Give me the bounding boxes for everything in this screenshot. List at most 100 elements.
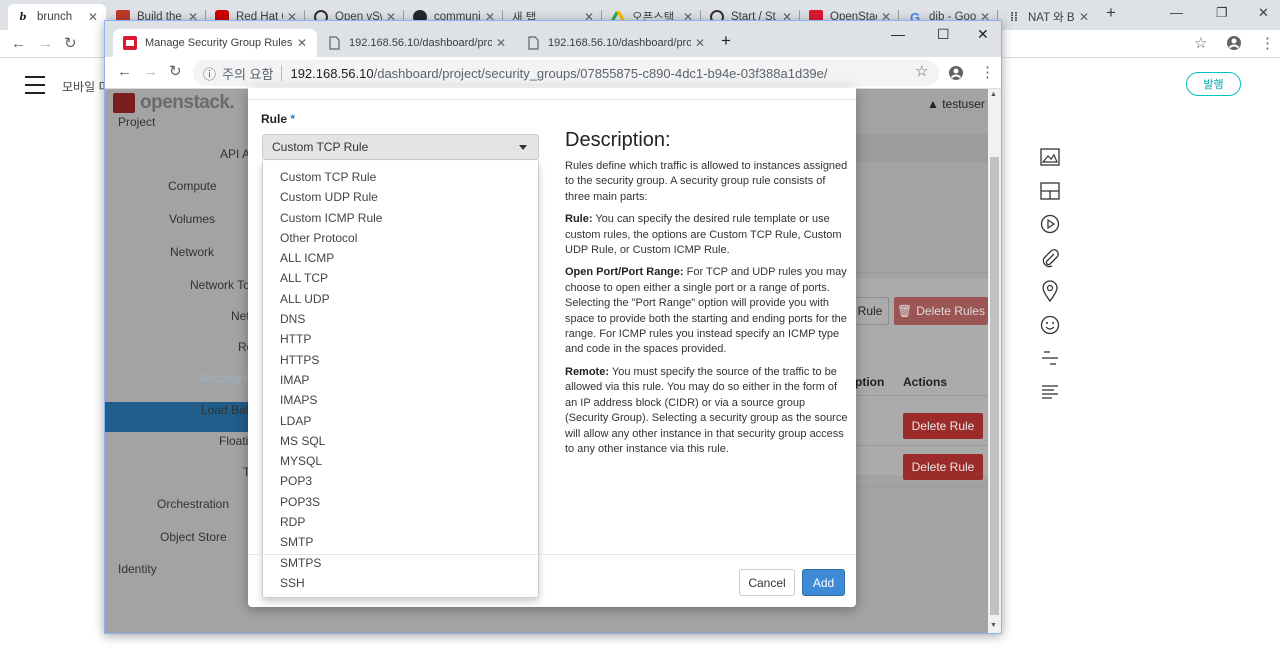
hamburger-menu-icon[interactable] (25, 76, 45, 100)
minimize-icon[interactable]: — (891, 26, 905, 42)
rule-option[interactable]: HTTP (263, 329, 538, 349)
rule-option[interactable]: MS SQL (263, 431, 538, 451)
nav-network-topology[interactable]: Network Top (190, 278, 256, 292)
rule-option[interactable]: POP3S (263, 492, 538, 512)
bookmark-star-icon[interactable]: ☆ (1194, 34, 1207, 52)
scroll-down-icon[interactable]: ▼ (990, 622, 997, 629)
nav-orchestration[interactable]: Orchestration (157, 497, 229, 511)
openstack-logo[interactable]: openstack. (113, 92, 235, 114)
nav-load-balancers[interactable]: Load Bala (201, 403, 255, 417)
rule-option[interactable]: ALL TCP (263, 268, 538, 288)
rule-option[interactable]: Other Protocol (263, 228, 538, 248)
nav-project[interactable]: Project (118, 115, 155, 129)
restore-icon[interactable]: ❐ (1216, 5, 1228, 21)
description-remote: Remote: You must specify the source of t… (565, 365, 848, 457)
layout-icon[interactable] (1038, 179, 1062, 203)
scrollbar-thumb[interactable] (990, 157, 999, 615)
rule-option[interactable]: Custom UDP Rule (263, 187, 538, 207)
add-rule-modal: Rule * Custom TCP Rule Custom TCP Rule Cu… (248, 88, 856, 607)
cancel-button[interactable]: Cancel (739, 569, 795, 596)
close-icon[interactable]: ✕ (695, 36, 705, 50)
outer-tab-brunch[interactable]: b brunch ✕ (8, 4, 106, 30)
rule-select[interactable]: Custom TCP Rule (262, 134, 539, 160)
rule-option[interactable]: ALL ICMP (263, 248, 538, 268)
delete-rules-button[interactable]: 🗑 Delete Rules (894, 297, 988, 325)
description-title: Description: (565, 129, 671, 151)
delete-rules-label: Delete Rules (916, 304, 985, 318)
trash-icon: 🗑 (897, 304, 913, 318)
dots-icon: ⁞⁞ (1010, 10, 1018, 24)
nav-api-access[interactable]: API A (220, 147, 250, 161)
nav-identity[interactable]: Identity (118, 562, 157, 576)
attachment-clip-icon[interactable] (1038, 246, 1062, 270)
close-window-icon[interactable]: ✕ (977, 26, 989, 43)
description-rule: Rule: You can specify the desired rule t… (565, 212, 848, 258)
inner-tab-dashboard-2[interactable]: 192.168.56.10/dashboard/projec ✕ (516, 29, 715, 57)
nav-network[interactable]: Network (170, 245, 214, 259)
close-icon[interactable]: ✕ (496, 36, 506, 50)
menu-kebab-icon[interactable]: ⋮ (980, 63, 995, 81)
nav-object-store[interactable]: Object Store (160, 530, 227, 544)
rule-option[interactable]: MYSQL (263, 451, 538, 471)
nav-compute[interactable]: Compute (168, 179, 217, 193)
address-bar[interactable]: ⓘ 주의 요함 192.168.56.10/dashboard/project/… (193, 60, 939, 86)
vertical-scrollbar[interactable]: ▲ ▼ (988, 89, 1001, 633)
rule-option[interactable]: SSH (263, 573, 538, 593)
mobile-preview-text: 모바일 미 (62, 80, 110, 94)
location-pin-icon[interactable] (1038, 279, 1062, 303)
menu-kebab-icon[interactable]: ⋮ (1260, 34, 1275, 52)
rule-option[interactable]: SMTP (263, 532, 538, 552)
info-circle-icon[interactable]: ⓘ (203, 64, 216, 83)
forward-arrow-icon[interactable]: → (38, 35, 53, 52)
minimize-icon[interactable]: — (1170, 5, 1183, 20)
video-play-icon[interactable] (1038, 212, 1062, 236)
nav-floating-ips[interactable]: Floati (219, 434, 248, 448)
nav-security-groups[interactable]: Security G (198, 371, 254, 385)
description-panel: Description: Rules define which traffic … (565, 128, 848, 464)
close-icon[interactable]: ✕ (88, 10, 98, 24)
rule-option[interactable]: ALL UDP (263, 289, 538, 309)
image-icon[interactable] (1038, 145, 1062, 169)
rule-option[interactable]: POP3 (263, 471, 538, 491)
inner-tab-label: Manage Security Group Rules: t (145, 37, 293, 49)
bookmark-star-icon[interactable]: ☆ (915, 62, 928, 80)
outer-tab-nat[interactable]: ⁞⁞ NAT 와 B ✕ (999, 4, 1097, 30)
forward-arrow-icon[interactable]: → (143, 63, 158, 80)
rule-options-dropdown: Custom TCP Rule Custom UDP Rule Custom ICM… (262, 161, 539, 598)
rule-option[interactable]: DNS (263, 309, 538, 329)
profile-icon[interactable] (948, 65, 964, 85)
add-button[interactable]: Add (802, 569, 845, 596)
nav-volumes[interactable]: Volumes (169, 212, 215, 226)
maximize-icon[interactable]: ☐ (937, 26, 950, 43)
rule-option[interactable]: HTTPS (263, 350, 538, 370)
close-window-icon[interactable]: ✕ (1258, 5, 1269, 21)
reload-icon[interactable]: ↻ (169, 62, 182, 80)
rule-option[interactable]: SMTPS (263, 553, 538, 573)
inner-tab-manage-rules[interactable]: Manage Security Group Rules: t ✕ (113, 29, 317, 57)
delete-rule-button[interactable]: Delete Rule (903, 454, 983, 480)
back-arrow-icon[interactable]: ← (117, 63, 132, 80)
divider-line-icon[interactable] (1038, 346, 1062, 370)
openstack-logo-text: openstack. (140, 92, 235, 113)
rule-option[interactable]: IMAPS (263, 390, 538, 410)
rule-option[interactable]: RDP (263, 512, 538, 532)
rule-option[interactable]: Custom TCP Rule (263, 167, 538, 187)
text-align-icon[interactable] (1038, 380, 1062, 404)
rule-option[interactable]: LDAP (263, 411, 538, 431)
user-name: testuser (942, 97, 985, 111)
rule-option[interactable]: Custom ICMP Rule (263, 208, 538, 228)
emoticon-icon[interactable] (1038, 313, 1062, 337)
scroll-up-icon[interactable]: ▲ (990, 91, 997, 98)
back-arrow-icon[interactable]: ← (11, 35, 26, 52)
new-tab-button[interactable]: + (1106, 3, 1116, 23)
add-rule-button[interactable]: Rule (851, 297, 889, 325)
delete-rule-button[interactable]: Delete Rule (903, 413, 983, 439)
close-icon[interactable]: ✕ (297, 36, 307, 50)
publish-button[interactable]: 발행 (1186, 72, 1241, 96)
new-tab-button[interactable]: + (721, 31, 731, 51)
close-icon[interactable]: ✕ (1079, 10, 1089, 24)
reload-icon[interactable]: ↻ (64, 34, 77, 52)
profile-icon[interactable] (1226, 35, 1242, 55)
rule-option[interactable]: IMAP (263, 370, 538, 390)
inner-tab-dashboard-1[interactable]: 192.168.56.10/dashboard/projec ✕ (317, 29, 516, 57)
